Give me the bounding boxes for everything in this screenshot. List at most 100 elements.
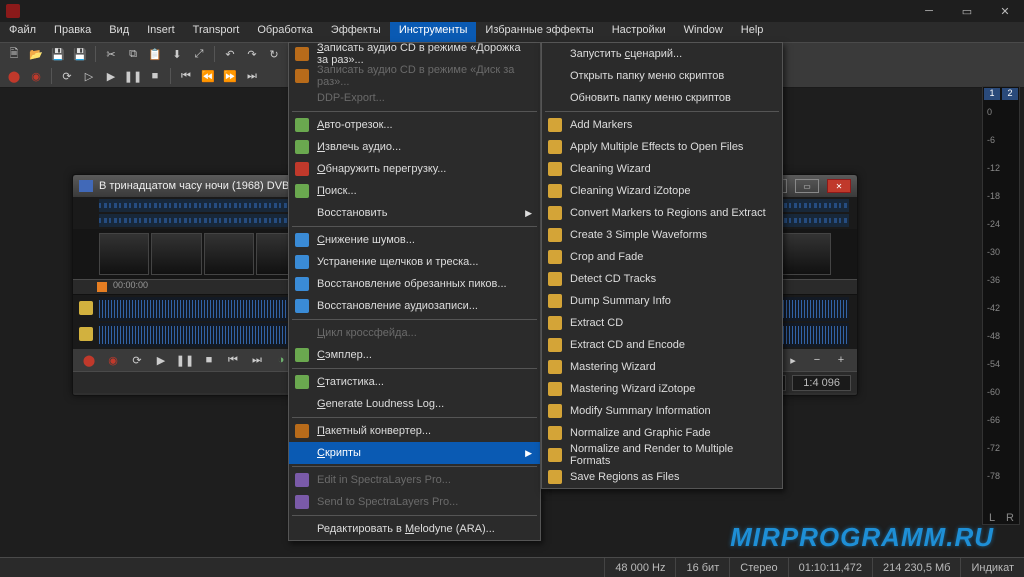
zoom-out-button[interactable]: − <box>807 351 827 369</box>
menu-item-label: Открыть папку меню скриптов <box>570 70 724 82</box>
menu-настройки[interactable]: Настройки <box>603 22 675 42</box>
scroll-right-button[interactable]: ▸ <box>783 351 803 369</box>
meter-scale-label: -42 <box>987 303 1000 313</box>
tools-menu-item[interactable]: Скрипты▶ <box>289 442 540 464</box>
play-button[interactable]: ▶ <box>101 67 121 85</box>
tools-menu-item[interactable]: Восстановление обрезанных пиков... <box>289 273 540 295</box>
menu-обработка[interactable]: Обработка <box>248 22 321 42</box>
saveas-button[interactable]: 💾 <box>70 45 90 63</box>
aw-play-button[interactable]: ▶ <box>151 351 171 369</box>
stop-button[interactable]: ■ <box>145 67 165 85</box>
record-button[interactable]: ⬤ <box>4 67 24 85</box>
scripts-menu-item[interactable]: Create 3 Simple Waveforms <box>542 224 782 246</box>
goend-button[interactable]: ⏭ <box>242 67 262 85</box>
menu-window[interactable]: Window <box>675 22 732 42</box>
audio-close-button[interactable]: ✕ <box>827 179 851 193</box>
cut-button[interactable]: ✂ <box>101 45 121 63</box>
tools-menu-item[interactable]: Сэмплер... <box>289 344 540 366</box>
menu-файл[interactable]: Файл <box>0 22 45 42</box>
minimize-button[interactable]: ─ <box>910 0 948 22</box>
scripts-menu-item[interactable]: Crop and Fade <box>542 246 782 268</box>
open-button[interactable]: 📂 <box>26 45 46 63</box>
tools-menu-item[interactable]: Снижение шумов... <box>289 229 540 251</box>
playall-button[interactable]: ▷ <box>79 67 99 85</box>
scripts-menu-item[interactable]: Cleaning Wizard <box>542 158 782 180</box>
scripts-menu-item[interactable]: Открыть папку меню скриптов <box>542 65 782 87</box>
tools-menu-item[interactable]: Поиск... <box>289 180 540 202</box>
meter-scale-label: -72 <box>987 443 1000 453</box>
menu-инструменты[interactable]: Инструменты <box>390 22 477 42</box>
scripts-menu-item[interactable]: Dump Summary Info <box>542 290 782 312</box>
scripts-menu-item[interactable]: Normalize and Graphic Fade <box>542 422 782 444</box>
rew-button[interactable]: ⏪ <box>198 67 218 85</box>
new-button[interactable]: 🗎 <box>4 45 24 63</box>
marker-icon[interactable] <box>97 282 107 292</box>
samp-icon <box>295 348 309 362</box>
scripts-menu-item[interactable]: Convert Markers to Regions and Extract <box>542 202 782 224</box>
scripts-menu-item[interactable]: Add Markers <box>542 114 782 136</box>
tools-menu-item: Цикл кроссфейда... <box>289 322 540 344</box>
tools-menu-item[interactable]: Извлечь аудио... <box>289 136 540 158</box>
menu-transport[interactable]: Transport <box>184 22 249 42</box>
tools-menu-item[interactable]: Статистика... <box>289 371 540 393</box>
scripts-menu-item[interactable]: Apply Multiple Effects to Open Files <box>542 136 782 158</box>
scripts-menu-item[interactable]: Обновить папку меню скриптов <box>542 87 782 109</box>
tools-menu-item[interactable]: Устранение щелчков и треска... <box>289 251 540 273</box>
scripts-menu-item[interactable]: Save Regions as Files <box>542 466 782 488</box>
scripts-menu-item[interactable]: Modify Summary Information <box>542 400 782 422</box>
aw-goend-button[interactable]: ⏭ <box>247 351 267 369</box>
mix-button[interactable]: ⬇ <box>167 45 187 63</box>
tools-menu-item[interactable]: Восстановление аудиозаписи... <box>289 295 540 317</box>
gohome-button[interactable]: ⏮ <box>176 67 196 85</box>
scripts-menu-item[interactable]: Mastering Wizard iZotope <box>542 378 782 400</box>
scripts-menu-item[interactable]: Extract CD <box>542 312 782 334</box>
aw-arm-button[interactable]: ◉ <box>103 351 123 369</box>
scripts-menu-item[interactable]: Normalize and Render to Multiple Formats <box>542 444 782 466</box>
menu-insert[interactable]: Insert <box>138 22 184 42</box>
meter-scale-label: -36 <box>987 275 1000 285</box>
loop-button[interactable]: ⟳ <box>57 67 77 85</box>
pause-button[interactable]: ❚❚ <box>123 67 143 85</box>
aw-gohome-button[interactable]: ⏮ <box>223 351 243 369</box>
tools-menu-item[interactable]: Пакетный конвертер... <box>289 420 540 442</box>
save-button[interactable]: 💾 <box>48 45 68 63</box>
aw-record-button[interactable]: ⬤ <box>79 351 99 369</box>
tools-menu-item[interactable]: Обнаружить перегрузку... <box>289 158 540 180</box>
tools-menu-item[interactable]: Записать аудио CD в режиме «Дорожка за р… <box>289 43 540 65</box>
menu-правка[interactable]: Правка <box>45 22 100 42</box>
scripts-menu-item[interactable]: Запустить сценарий... <box>542 43 782 65</box>
trim-button[interactable]: ⤢ <box>189 45 209 63</box>
aw-loop-button[interactable]: ⟳ <box>127 351 147 369</box>
zoom-in-button[interactable]: + <box>831 351 851 369</box>
audio-max-button[interactable]: ▭ <box>795 179 819 193</box>
menu-вид[interactable]: Вид <box>100 22 138 42</box>
repeat-button[interactable]: ↻ <box>264 45 284 63</box>
tools-menu-item[interactable]: Generate Loudness Log... <box>289 393 540 415</box>
menu-item-label: Снижение шумов... <box>317 234 415 246</box>
paste-button[interactable]: 📋 <box>145 45 165 63</box>
maximize-button[interactable]: ▭ <box>948 0 986 22</box>
aw-stop-button[interactable]: ■ <box>199 351 219 369</box>
lock-icon[interactable] <box>79 301 93 315</box>
menu-эффекты[interactable]: Эффекты <box>322 22 390 42</box>
scripts-menu-item[interactable]: Cleaning Wizard iZotope <box>542 180 782 202</box>
menu-item-label: Обнаружить перегрузку... <box>317 163 446 175</box>
aw-pause-button[interactable]: ❚❚ <box>175 351 195 369</box>
fwd-button[interactable]: ⏩ <box>220 67 240 85</box>
m-icon <box>548 228 562 242</box>
lock-icon[interactable] <box>79 327 93 341</box>
scripts-menu-item[interactable]: Mastering Wizard <box>542 356 782 378</box>
menu-help[interactable]: Help <box>732 22 773 42</box>
redo-button[interactable]: ↷ <box>242 45 262 63</box>
scripts-menu-item[interactable]: Detect CD Tracks <box>542 268 782 290</box>
tools-menu-item[interactable]: Авто-отрезок... <box>289 114 540 136</box>
arm-record-button[interactable]: ◉ <box>26 67 46 85</box>
menu-избранные эффекты[interactable]: Избранные эффекты <box>476 22 602 42</box>
tools-menu-item[interactable]: Редактировать в Melodyne (ARA)... <box>289 518 540 540</box>
undo-button[interactable]: ↶ <box>220 45 240 63</box>
tools-menu-item[interactable]: Восстановить▶ <box>289 202 540 224</box>
scripts-menu-item[interactable]: Extract CD and Encode <box>542 334 782 356</box>
close-button[interactable]: ✕ <box>986 0 1024 22</box>
copy-button[interactable]: ⧉ <box>123 45 143 63</box>
m-icon <box>548 162 562 176</box>
